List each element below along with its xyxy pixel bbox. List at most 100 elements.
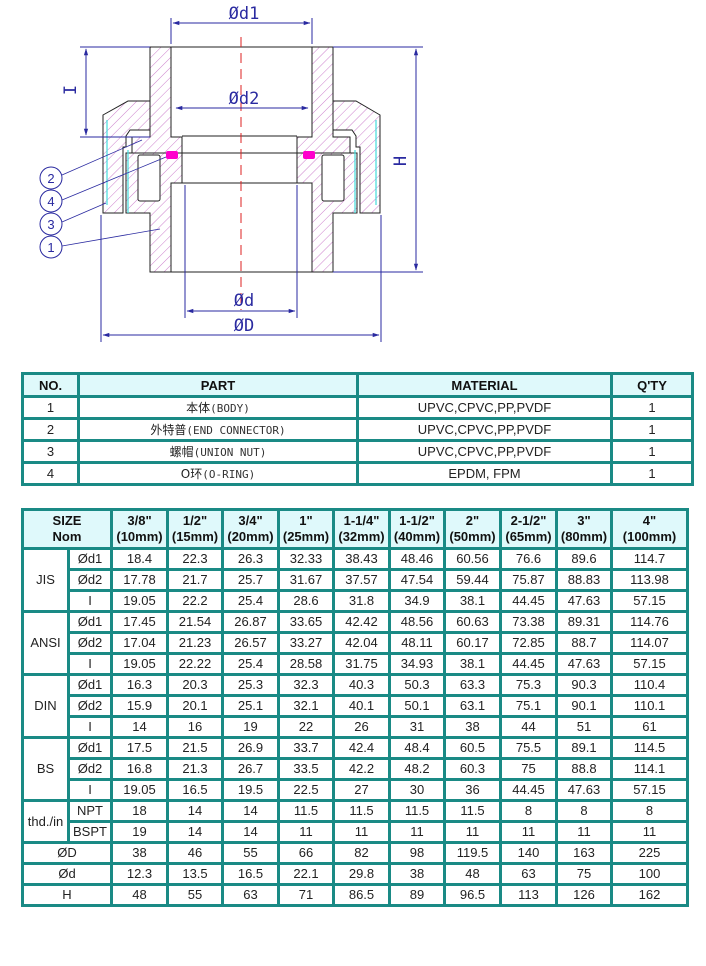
dim-value: 12.3 (110, 862, 169, 886)
dim-value: 11 (610, 820, 689, 844)
dim-value: 38.1 (443, 652, 502, 676)
dim-value: 18.4 (110, 547, 169, 571)
dim-value: 47.63 (555, 589, 613, 613)
dim-value: 19 (110, 820, 169, 844)
size-nom-header: SIZE Nom (21, 508, 113, 550)
param-label: Ød2 (67, 631, 113, 655)
part-name-en: (UNION NUT) (193, 446, 267, 459)
dim-value: 16.3 (110, 673, 169, 697)
size-header: 1" (25mm) (277, 508, 335, 550)
dim-value: 32.33 (277, 547, 335, 571)
dim-value: 16.5 (166, 778, 224, 802)
dim-value: 114.76 (610, 610, 689, 634)
size-header: 2" (50mm) (443, 508, 502, 550)
dim-label-I: I (61, 85, 81, 95)
dim-value: 44 (499, 715, 558, 739)
dim-value: 14 (166, 799, 224, 823)
dim-value: 60.17 (443, 631, 502, 655)
dim-value: 20.1 (166, 694, 224, 718)
dim-value: 88.83 (555, 568, 613, 592)
dim-value: 114.7 (610, 547, 689, 571)
parts-row: 2 外特普(END CONNECTOR) UPVC,CPVC,PP,PVDF 1 (21, 417, 694, 442)
dim-value: 32.1 (277, 694, 335, 718)
dim-value: 55 (166, 883, 224, 907)
dim-value: 57.15 (610, 652, 689, 676)
dim-value: 47.63 (555, 652, 613, 676)
dim-value: 46 (166, 841, 224, 865)
dim-value: 16.8 (110, 757, 169, 781)
dim-value: 61 (610, 715, 689, 739)
param-label: I (67, 778, 113, 802)
part-name-en: (END CONNECTOR) (186, 424, 286, 437)
dim-label-H: H (391, 156, 411, 166)
dim-value: 114.1 (610, 757, 689, 781)
dims-row: Ød2 17.78 21.7 25.7 31.67 37.57 47.54 59.44 75.8… (23, 568, 689, 592)
dim-value: 11 (443, 820, 502, 844)
dim-value: 34.93 (388, 652, 446, 676)
part-name-cn: 螺帽 (169, 445, 194, 459)
part-qty: 1 (610, 439, 694, 464)
dim-value: 38 (388, 862, 446, 886)
dim-value: 48 (443, 862, 502, 886)
dims-row: I 19.05 22.2 25.4 28.6 31.8 34.9 38.1 44.45 47.63… (23, 589, 689, 613)
part-name: O环(O-RING) (77, 461, 359, 486)
dims-row: DIN Ød1 16.3 20.3 25.3 32.3 40.3 50.3 63.3 75.3 90… (21, 673, 689, 739)
dim-value: 48.4 (388, 736, 446, 760)
dim-value: 14 (110, 715, 169, 739)
dim-value: 75.5 (499, 736, 558, 760)
size-inch: 3/4" (238, 513, 263, 528)
dim-value: 17.78 (110, 568, 169, 592)
dim-value: 11.5 (443, 799, 502, 823)
dim-value: 33.5 (277, 757, 335, 781)
dim-value: 75 (499, 757, 558, 781)
dim-value: 60.3 (443, 757, 502, 781)
dim-value: 110.4 (610, 673, 689, 697)
standard-label: thd./in (21, 799, 70, 844)
size-header: 1/2" (15mm) (166, 508, 224, 550)
dim-value: 57.15 (610, 778, 689, 802)
dim-value: 14 (166, 820, 224, 844)
dim-value: 33.7 (277, 736, 335, 760)
dim-value: 31 (388, 715, 446, 739)
dim-value: 26.57 (221, 631, 280, 655)
dim-value: 13.5 (166, 862, 224, 886)
dim-value: 66 (277, 841, 335, 865)
dim-value: 19 (221, 715, 280, 739)
dim-value: 114.07 (610, 631, 689, 655)
svg-text:3: 3 (47, 217, 54, 232)
dim-value: 162 (610, 883, 689, 907)
dim-value: 48.56 (388, 610, 446, 634)
dim-value: 60.63 (443, 610, 502, 634)
part-material: UPVC,CPVC,PP,PVDF (356, 417, 613, 442)
dim-value: 60.5 (443, 736, 502, 760)
dim-value: 22.22 (166, 652, 224, 676)
size-mm: (40mm) (393, 529, 441, 544)
dim-value: 96.5 (443, 883, 502, 907)
dim-value: 90.3 (555, 673, 613, 697)
dims-row: I 19.05 22.22 25.4 28.58 31.75 34.93 38.1 44.45 4… (23, 652, 689, 676)
dims-common-row: ØD 38 46 55 66 82 98 119.5 140 163 225 (21, 841, 689, 865)
dimensions-table: SIZE Nom 3/8" (10mm) 1/2" (15mm) 3/4" (20mm) 1… (21, 508, 689, 907)
union-cross-section-drawing: Ød1 Ød2 Ød ØD I H 2 4 3 1 (39, 4, 423, 342)
dim-value: 42.4 (332, 736, 391, 760)
size-header: 3/4" (20mm) (221, 508, 280, 550)
dim-value: 89.31 (555, 610, 613, 634)
dim-value: 30 (388, 778, 446, 802)
dims-row: Ød2 16.8 21.3 26.7 33.5 42.2 48.2 60.3 75 88.8 114… (23, 757, 689, 781)
size-inch: 2-1/2" (510, 513, 547, 528)
dim-value: 22.1 (277, 862, 335, 886)
dim-value: 75 (555, 862, 613, 886)
dim-value: 55 (221, 841, 280, 865)
dim-value: 38.1 (443, 589, 502, 613)
dim-value: 75.87 (499, 568, 558, 592)
dim-value: 38 (443, 715, 502, 739)
dim-value: 25.4 (221, 652, 280, 676)
dim-value: 63.3 (443, 673, 502, 697)
svg-text:1: 1 (47, 240, 54, 255)
dim-value: 73.38 (499, 610, 558, 634)
dim-value: 51 (555, 715, 613, 739)
dim-label-D: ØD (234, 316, 254, 336)
o-ring-right (303, 151, 315, 159)
dim-value: 31.75 (332, 652, 391, 676)
size-mm: (10mm) (116, 529, 163, 544)
